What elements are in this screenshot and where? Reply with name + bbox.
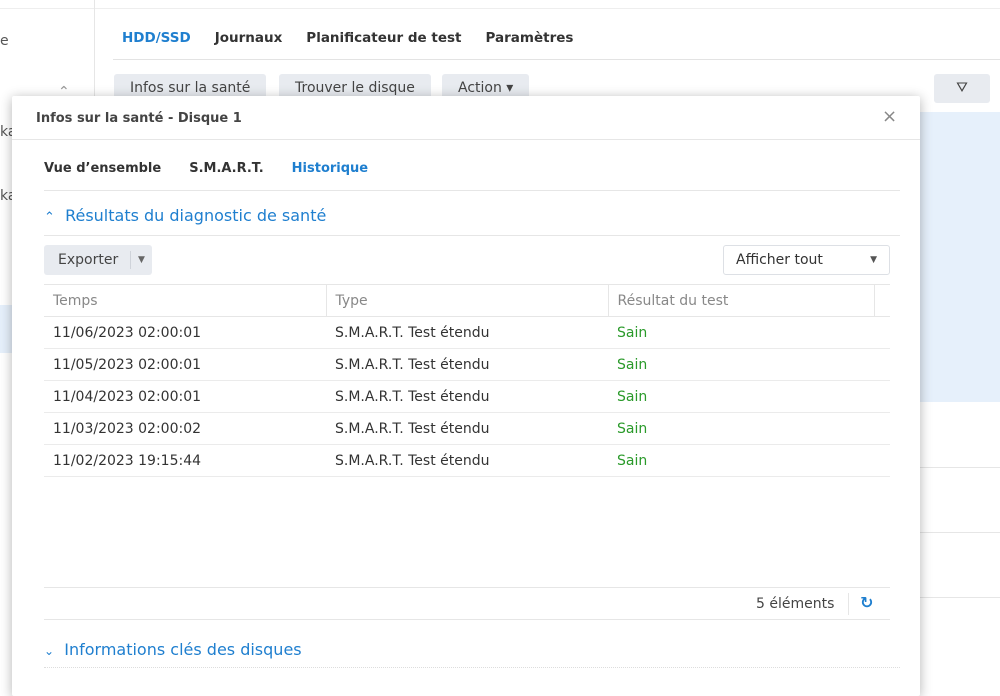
tab-planificateur[interactable]: Planificateur de test	[306, 30, 461, 46]
tabs-divider	[44, 190, 900, 191]
cell-result: Sain	[608, 316, 874, 349]
close-icon[interactable]: ×	[882, 106, 897, 127]
item-count: 5 éléments	[756, 596, 835, 612]
cell-extra	[874, 380, 890, 413]
section-key-info[interactable]: ⌄ Informations clés des disques	[44, 640, 302, 659]
export-button[interactable]: Exporter ▼	[44, 245, 152, 275]
chevron-up-icon: ⌃	[44, 210, 55, 225]
footer-separator	[848, 593, 849, 615]
section-title: Résultats du diagnostic de santé	[65, 206, 327, 225]
section-title: Informations clés des disques	[64, 640, 302, 659]
table-row[interactable]: 11/03/2023 02:00:02 S.M.A.R.T. Test étend…	[44, 412, 890, 445]
cell-time: 11/04/2023 02:00:01	[44, 380, 326, 413]
section-divider	[44, 667, 900, 668]
table-row[interactable]: 11/05/2023 02:00:01 S.M.A.R.T. Test étend…	[44, 348, 890, 381]
tab-overview[interactable]: Vue d’ensemble	[44, 161, 161, 176]
filter-select-value: Afficher tout	[736, 252, 823, 268]
health-info-dialog: Infos sur la santé - Disque 1 × Vue d’en…	[12, 96, 920, 696]
top-divider	[0, 8, 1000, 9]
cell-time: 11/05/2023 02:00:01	[44, 348, 326, 381]
cell-type: S.M.A.R.T. Test étendu	[326, 380, 608, 413]
tabs-divider	[113, 59, 1000, 60]
export-label[interactable]: Exporter	[44, 245, 130, 275]
row-divider	[920, 597, 1000, 598]
filter-icon: ⛛	[956, 80, 968, 96]
main-tabs: HDD/SSD Journaux Planificateur de test P…	[122, 30, 573, 46]
cell-extra	[874, 316, 890, 349]
table-row[interactable]: 11/06/2023 02:00:01 S.M.A.R.T. Test étend…	[44, 316, 890, 349]
section-divider	[44, 235, 900, 236]
cell-type: S.M.A.R.T. Test étendu	[326, 348, 608, 381]
cell-extra	[874, 444, 890, 477]
cell-result: Sain	[608, 380, 874, 413]
tab-journaux[interactable]: Journaux	[215, 30, 283, 46]
export-dropdown-icon[interactable]: ▼	[130, 251, 152, 269]
cell-time: 11/06/2023 02:00:01	[44, 316, 326, 349]
sidebar-item-selected[interactable]	[0, 305, 12, 353]
tab-history[interactable]: Historique	[292, 161, 368, 176]
sidebar-item-fragment[interactable]: e	[0, 33, 9, 49]
cell-type: S.M.A.R.T. Test étendu	[326, 444, 608, 477]
history-table: Temps Type Résultat du test 11/06/2023 0…	[44, 284, 890, 477]
tab-parametres[interactable]: Paramètres	[485, 30, 573, 46]
selected-disk-row[interactable]	[920, 112, 1000, 402]
dialog-tabs: Vue d’ensemble S.M.A.R.T. Historique	[44, 161, 368, 176]
cell-result: Sain	[608, 412, 874, 445]
column-header-result[interactable]: Résultat du test	[607, 284, 874, 317]
refresh-icon[interactable]: ↻	[860, 593, 873, 612]
cell-type: S.M.A.R.T. Test étendu	[326, 316, 608, 349]
cell-time: 11/02/2023 19:15:44	[44, 444, 326, 477]
cell-result: Sain	[608, 348, 874, 381]
table-row[interactable]: 11/02/2023 19:15:44 S.M.A.R.T. Test étend…	[44, 444, 890, 477]
header-divider	[12, 139, 920, 140]
tab-hdd-ssd[interactable]: HDD/SSD	[122, 30, 191, 46]
cell-extra	[874, 348, 890, 381]
cell-result: Sain	[608, 444, 874, 477]
row-divider	[920, 532, 1000, 533]
column-header-extra	[873, 284, 890, 317]
column-header-time[interactable]: Temps	[44, 284, 326, 317]
cell-time: 11/03/2023 02:00:02	[44, 412, 326, 445]
cell-extra	[874, 412, 890, 445]
footer-divider	[44, 587, 890, 588]
filter-button[interactable]: ⛛	[934, 74, 990, 103]
footer-divider	[44, 619, 890, 620]
filter-select[interactable]: Afficher tout ▼	[723, 245, 890, 275]
row-divider	[920, 467, 1000, 468]
column-header-type[interactable]: Type	[325, 284, 608, 317]
dialog-title: Infos sur la santé - Disque 1	[36, 111, 242, 126]
section-health-results[interactable]: ⌃ Résultats du diagnostic de santé	[44, 206, 326, 225]
tab-smart[interactable]: S.M.A.R.T.	[189, 161, 263, 176]
cell-type: S.M.A.R.T. Test étendu	[326, 412, 608, 445]
table-row[interactable]: 11/04/2023 02:00:01 S.M.A.R.T. Test étend…	[44, 380, 890, 413]
chevron-down-icon: ▼	[870, 255, 877, 265]
chevron-down-icon: ⌄	[44, 644, 55, 658]
